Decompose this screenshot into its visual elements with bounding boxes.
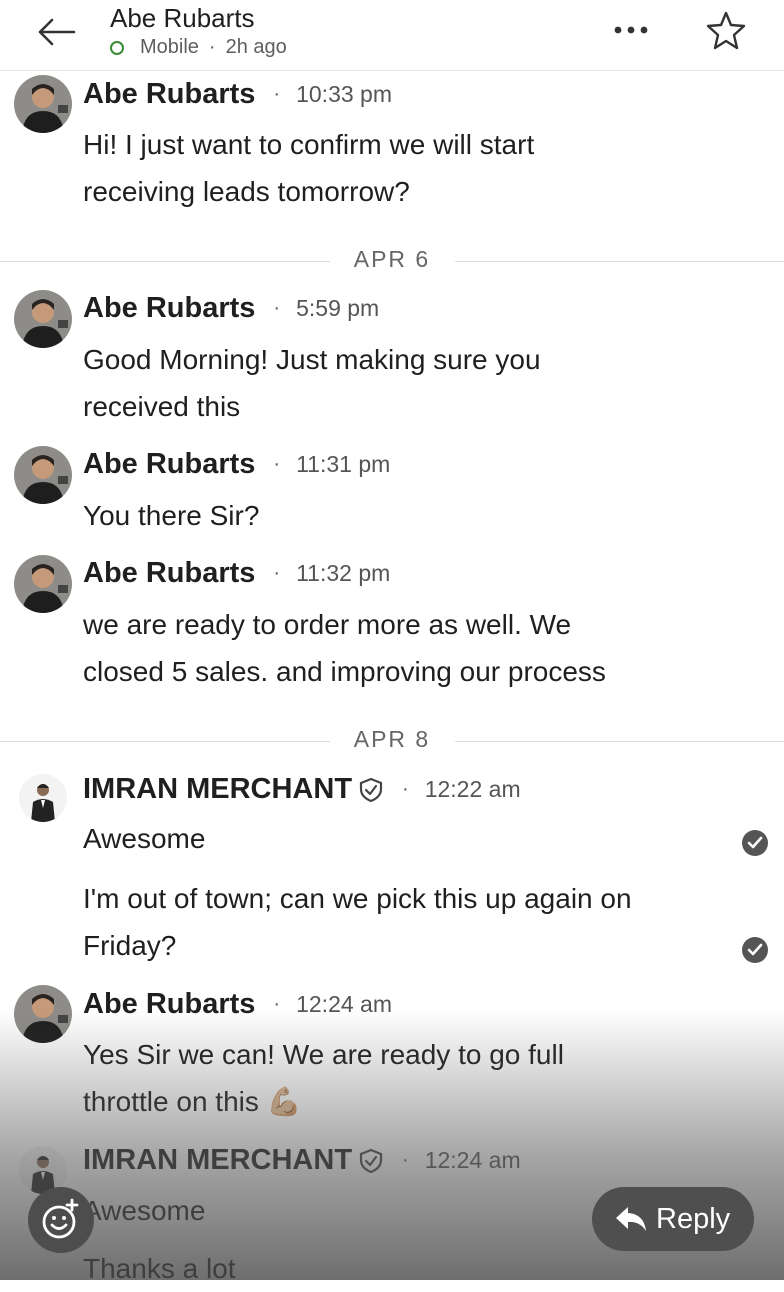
message-header: Abe Rubarts · 10:33 pm xyxy=(83,78,392,111)
message-header: Abe Rubarts · 12:24 am xyxy=(83,988,392,1021)
message-text: Hi! I just want to confirm we will start xyxy=(83,129,535,160)
sender-name[interactable]: Abe Rubarts xyxy=(83,448,255,481)
last-seen: 2h ago xyxy=(225,36,287,58)
reply-label: Reply xyxy=(656,1202,731,1235)
check-circle-icon xyxy=(742,937,768,963)
avatar[interactable] xyxy=(14,446,72,504)
message-text: You there Sir? xyxy=(83,500,260,531)
message-text: I'm out of town; can we pick this up aga… xyxy=(83,883,632,914)
check-circle-icon xyxy=(742,830,768,856)
message-time: 11:31 pm xyxy=(296,451,391,477)
message-text: Yes Sir we can! We are ready to go full xyxy=(83,1039,564,1070)
separator-dot: · xyxy=(208,36,216,58)
message-text: Awesome xyxy=(83,823,206,854)
conversation-header: Abe Rubarts Mobile · 2h ago xyxy=(0,0,784,71)
status-text: Mobile xyxy=(140,36,199,58)
message-time: 10:33 pm xyxy=(296,81,392,107)
avatar[interactable] xyxy=(19,774,67,822)
sender-name[interactable]: Abe Rubarts xyxy=(83,557,255,590)
reply-button[interactable]: Reply xyxy=(592,1187,754,1251)
avatar[interactable] xyxy=(14,985,72,1043)
message-text: received this xyxy=(83,391,241,422)
message-header: IMRAN MERCHANT · 12:24 am xyxy=(83,1144,521,1177)
message-time: 5:59 pm xyxy=(296,295,380,321)
message-text: receiving leads tomorrow? xyxy=(83,176,410,207)
date-separator: APR 6 xyxy=(0,246,784,276)
arrow-left-icon[interactable] xyxy=(34,12,78,52)
contact-name: Abe Rubarts xyxy=(110,3,255,33)
emoji-add-button[interactable] xyxy=(28,1187,94,1253)
sender-name[interactable]: Abe Rubarts xyxy=(83,292,255,325)
message-time: 12:22 am xyxy=(424,776,521,802)
message-header: Abe Rubarts · 11:31 pm xyxy=(83,448,391,481)
contact-status: Mobile · 2h ago xyxy=(110,36,287,59)
sender-name[interactable]: Abe Rubarts xyxy=(83,988,255,1021)
message-time: 12:24 am xyxy=(296,991,392,1017)
date-separator: APR 8 xyxy=(0,726,784,756)
reply-arrow-icon xyxy=(616,1207,646,1231)
message-header: Abe Rubarts · 11:32 pm xyxy=(83,557,391,590)
message-text: Awesome xyxy=(83,1195,206,1226)
message-text: Thanks a lot xyxy=(83,1253,236,1284)
message-header: Abe Rubarts · 5:59 pm xyxy=(83,292,380,325)
star-icon[interactable] xyxy=(704,10,748,50)
sender-name[interactable]: IMRAN MERCHANT xyxy=(83,773,352,806)
message-time: 11:32 pm xyxy=(296,560,391,586)
message-text: closed 5 sales. and improving our proces… xyxy=(83,656,606,687)
sender-name[interactable]: Abe Rubarts xyxy=(83,78,255,111)
avatar[interactable] xyxy=(14,290,72,348)
shield-check-icon xyxy=(359,777,383,802)
message-text: Friday? xyxy=(83,930,177,961)
sender-name[interactable]: IMRAN MERCHANT xyxy=(83,1144,352,1177)
emoji-add-icon xyxy=(42,1198,79,1239)
shield-check-icon xyxy=(359,1148,383,1173)
avatar[interactable] xyxy=(14,555,72,613)
message-header: IMRAN MERCHANT · 12:22 am xyxy=(83,773,521,806)
ellipsis-icon[interactable] xyxy=(612,20,652,40)
message-text: throttle on this 💪🏼 xyxy=(83,1086,302,1117)
message-text: Good Morning! Just making sure you xyxy=(83,344,541,375)
message-text: we are ready to order more as well. We xyxy=(83,609,572,640)
avatar[interactable] xyxy=(14,75,72,133)
message-time: 12:24 am xyxy=(424,1147,521,1173)
online-status-icon xyxy=(110,40,124,55)
